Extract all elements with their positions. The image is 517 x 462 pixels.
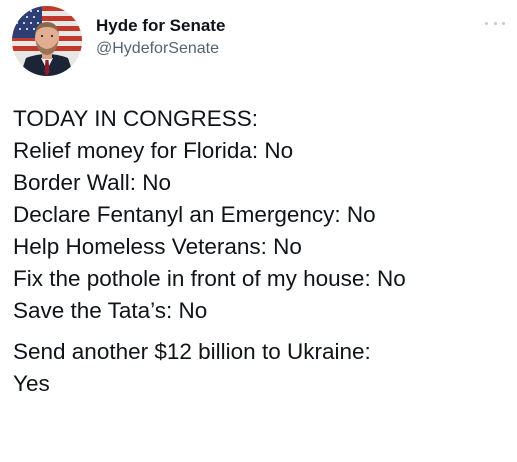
tweet-text-line: Help Homeless Veterans: No	[13, 234, 302, 259]
author-handle[interactable]: @HydeforSenate	[96, 39, 225, 59]
more-dot	[502, 21, 505, 25]
tweet-text-line: Fix the pothole in front of my house: No	[13, 266, 406, 291]
tweet-text-line: Save the Tata’s: No	[13, 298, 208, 323]
tweet-text-line: Yes	[13, 371, 50, 396]
tweet: Hyde for Senate @HydeforSenate TODAY IN …	[0, 0, 517, 462]
more-dot	[485, 21, 488, 25]
more-horizontal-icon[interactable]	[485, 18, 505, 28]
tweet-text: TODAY IN CONGRESS: Relief money for Flor…	[13, 103, 513, 400]
avatar-image	[12, 6, 82, 76]
author-info: Hyde for Senate @HydeforSenate	[96, 16, 225, 59]
tweet-text-line: TODAY IN CONGRESS:	[13, 106, 259, 131]
tweet-header: Hyde for Senate @HydeforSenate	[12, 6, 505, 80]
more-dot	[493, 21, 497, 25]
tweet-text-line: Border Wall: No	[13, 170, 171, 195]
tweet-text-line: Send another $12 billion to Ukraine:	[13, 339, 371, 364]
tweet-text-line: Declare Fentanyl an Emergency: No	[13, 202, 376, 227]
tweet-text-line: Relief money for Florida: No	[13, 138, 294, 163]
author-display-name[interactable]: Hyde for Senate	[96, 16, 225, 36]
avatar[interactable]	[12, 6, 82, 76]
